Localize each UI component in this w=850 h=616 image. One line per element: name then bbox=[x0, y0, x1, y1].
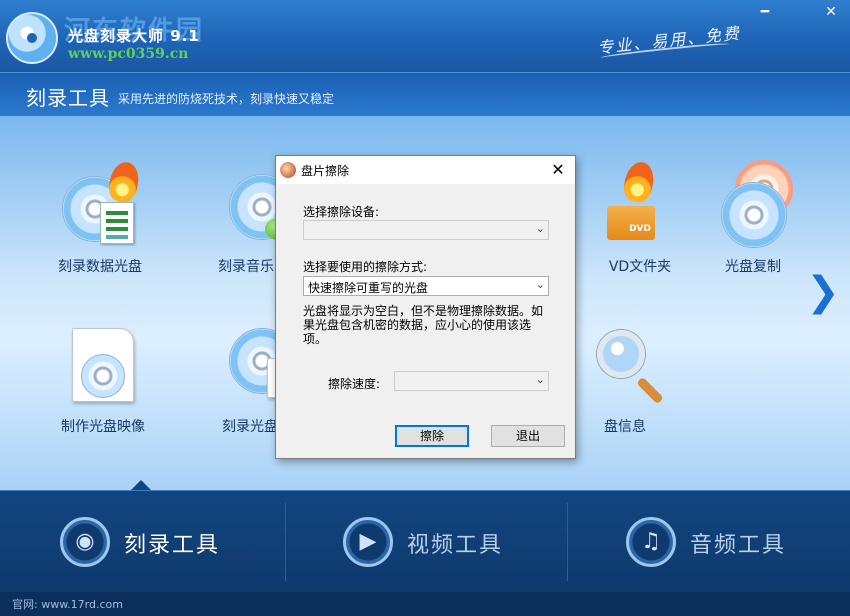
tool-label: 刻录数据光盘 bbox=[58, 259, 142, 275]
active-tab-pointer bbox=[131, 480, 151, 490]
device-select[interactable]: ⌄ bbox=[303, 220, 549, 240]
tab-label: 视频工具 bbox=[407, 533, 504, 558]
dialog-title: 盘片擦除 bbox=[301, 164, 350, 178]
tool-dvd-folder[interactable]: DVD VD文件夹 bbox=[560, 159, 690, 276]
tab-label: 刻录工具 bbox=[124, 533, 221, 558]
section-title: 刻录工具 bbox=[26, 86, 110, 110]
speed-label: 擦除速度: bbox=[328, 377, 381, 391]
device-label: 选择擦除设备: bbox=[303, 205, 380, 219]
tool-label: 制作光盘映像 bbox=[61, 419, 145, 435]
method-value: 快速擦除可重写的光盘 bbox=[308, 281, 429, 295]
app-title: 光盘刻录大师 9.1 bbox=[68, 27, 200, 45]
speed-select[interactable]: ⌄ bbox=[394, 371, 549, 391]
disc-eraser-icon bbox=[280, 162, 296, 178]
disc-image-icon bbox=[63, 328, 143, 408]
next-page-arrow-icon[interactable]: ❯ bbox=[806, 269, 840, 315]
exit-button[interactable]: 退出 bbox=[491, 425, 565, 447]
minimize-button[interactable]: ━ bbox=[752, 2, 778, 22]
film-icon: ▶ bbox=[343, 517, 393, 567]
tool-label: VD文件夹 bbox=[608, 259, 672, 275]
dialog-title-bar: 盘片擦除 ✕ bbox=[276, 156, 575, 184]
tab-audio-tools[interactable]: ♫ 音频工具 bbox=[566, 491, 849, 593]
site-watermark: www.pc0359.cn bbox=[68, 46, 189, 62]
tool-disc-copy[interactable]: 光盘复制 bbox=[688, 160, 818, 276]
tab-label: 音频工具 bbox=[690, 533, 787, 558]
chevron-down-icon: ⌄ bbox=[535, 373, 545, 386]
method-select[interactable]: 快速擦除可重写的光盘 ⌄ bbox=[303, 276, 549, 296]
close-button[interactable]: ✕ bbox=[818, 2, 844, 22]
chevron-down-icon: ⌄ bbox=[535, 222, 545, 235]
disc-copy-icon bbox=[713, 160, 793, 248]
burn-data-disc-icon bbox=[60, 159, 142, 248]
website-link[interactable]: 官网: www.17rd.com bbox=[12, 596, 123, 612]
title-bar: 河东软件园 光盘刻录大师 9.1 www.pc0359.cn 专业、易用、免费 … bbox=[0, 0, 850, 72]
footer: 官网: www.17rd.com bbox=[0, 592, 850, 616]
section-header: 刻录工具 采用先进的防烧死技术，刻录快速又稳定 bbox=[0, 72, 850, 116]
section-subtitle: 采用先进的防烧死技术，刻录快速又稳定 bbox=[118, 92, 335, 106]
tool-label: 光盘复制 bbox=[725, 259, 781, 275]
erase-disc-dialog: 盘片擦除 ✕ 选择擦除设备: ⌄ 选择要使用的擦除方式: 快速擦除可重写的光盘 … bbox=[275, 155, 576, 459]
chevron-down-icon: ⌄ bbox=[535, 278, 545, 291]
dialog-close-button[interactable]: ✕ bbox=[547, 159, 569, 181]
method-label: 选择要使用的擦除方式: bbox=[303, 260, 428, 274]
music-note-icon: ♫ bbox=[626, 517, 676, 567]
erase-button[interactable]: 擦除 bbox=[395, 425, 469, 447]
disc-icon: ◉ bbox=[60, 517, 110, 567]
tab-video-tools[interactable]: ▶ 视频工具 bbox=[283, 491, 566, 593]
disc-info-icon bbox=[565, 328, 664, 408]
tool-burn-data-disc[interactable]: 刻录数据光盘 bbox=[35, 159, 165, 276]
dvd-folder-icon: DVD bbox=[585, 159, 665, 248]
tool-make-disc-image[interactable]: 制作光盘映像 bbox=[38, 328, 168, 436]
erase-note: 光盘将显示为空白，但不是物理擦除数据。如果光盘包含机密的数据，应小心的使用该选项… bbox=[303, 304, 544, 346]
tab-burn-tools[interactable]: ◉ 刻录工具 bbox=[0, 491, 283, 593]
bottom-tab-bar: ◉ 刻录工具 ▶ 视频工具 ♫ 音频工具 bbox=[0, 490, 850, 592]
app-logo-icon bbox=[6, 12, 58, 64]
